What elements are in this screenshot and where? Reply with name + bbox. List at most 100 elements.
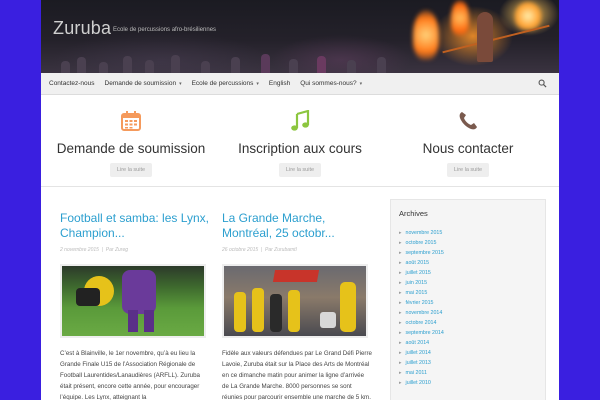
post-date[interactable]: 2 novembre 2015 <box>60 247 99 253</box>
archive-item[interactable]: ▸ juillet 2014 <box>399 348 537 358</box>
archive-link[interactable]: août 2015 <box>406 260 430 266</box>
post-title[interactable]: Football et samba: les Lynx, Champion... <box>60 211 210 241</box>
thumbnail-drummer <box>288 290 300 332</box>
archive-link[interactable]: juillet 2015 <box>406 270 431 276</box>
post-card: Football et samba: les Lynx, Champion...… <box>60 211 210 400</box>
archive-item[interactable]: ▸ novembre 2014 <box>399 308 537 318</box>
chevron-down-icon: ▾ <box>179 80 182 87</box>
read-more-button[interactable]: Lire la suite <box>278 163 322 177</box>
archive-item[interactable]: ▸ octobre 2015 <box>399 238 537 248</box>
archive-item[interactable]: ▸ juillet 2013 <box>399 358 537 368</box>
banner-crowd <box>61 61 70 73</box>
nav-item-label: Contactez-nous <box>49 80 95 87</box>
banner-crowd <box>317 56 326 73</box>
calendar-icon <box>45 109 217 133</box>
nav-item-english[interactable]: English <box>269 80 290 87</box>
site-title[interactable]: Zuruba <box>53 18 111 39</box>
archive-link[interactable]: mai 2015 <box>406 290 428 296</box>
archive-link[interactable]: août 2014 <box>406 340 430 346</box>
page: Zuruba Ecole de percussions afro-brésili… <box>41 0 559 400</box>
featured-item-inscription: Inscription aux cours Lire la suite <box>214 109 386 177</box>
post-meta: 2 novembre 2015 | Par Zureg <box>60 247 129 253</box>
post-author[interactable]: Zureg <box>115 247 128 253</box>
featured-title[interactable]: Nous contacter <box>382 141 554 156</box>
archive-link[interactable]: juillet 2013 <box>406 360 431 366</box>
archive-item[interactable]: ▸ août 2014 <box>399 338 537 348</box>
bullet-icon: ▸ <box>399 380 402 386</box>
post-thumbnail[interactable] <box>60 264 206 338</box>
featured-title[interactable]: Inscription aux cours <box>214 141 386 156</box>
post-by: Par <box>265 247 273 253</box>
archive-item[interactable]: ▸ août 2015 <box>399 258 537 268</box>
nav-item-qui-sommes-nous[interactable]: Qui sommes-nous? ▾ <box>300 80 362 87</box>
phone-icon <box>382 109 554 133</box>
bullet-icon: ▸ <box>399 260 402 266</box>
archive-item[interactable]: ▸ mai 2011 <box>399 368 537 378</box>
post-date[interactable]: 26 octobre 2015 <box>222 247 258 253</box>
thumbnail-player <box>122 270 156 314</box>
archive-link[interactable]: juin 2015 <box>406 280 428 286</box>
thumbnail-drummer <box>340 282 356 332</box>
archive-item[interactable]: ▸ mai 2015 <box>399 288 537 298</box>
nav-item-contactez-nous[interactable]: Contactez-nous <box>49 80 95 87</box>
archive-link[interactable]: novembre 2015 <box>406 230 443 236</box>
archive-item[interactable]: ▸ juin 2015 <box>399 278 537 288</box>
archive-link[interactable]: juillet 2010 <box>406 380 431 386</box>
banner-crowd <box>347 60 356 73</box>
nav-item-ecole-de-percussions[interactable]: Ecole de percussions ▾ <box>192 80 259 87</box>
chevron-down-icon: ▾ <box>359 80 363 87</box>
archive-link[interactable]: février 2015 <box>406 300 434 306</box>
bullet-icon: ▸ <box>399 360 402 366</box>
post-title[interactable]: La Grande Marche, Montréal, 25 octobr... <box>222 211 372 241</box>
post-card: La Grande Marche, Montréal, 25 octobr...… <box>222 211 372 400</box>
archive-item[interactable]: ▸ juillet 2010 <box>399 378 537 388</box>
header-banner: Zuruba Ecole de percussions afro-brésili… <box>41 0 559 73</box>
archive-link[interactable]: octobre 2014 <box>406 320 437 326</box>
nav-item-demande-de-soumission[interactable]: Demande de soumission ▾ <box>105 80 182 87</box>
archive-item[interactable]: ▸ juillet 2015 <box>399 268 537 278</box>
bullet-icon: ▸ <box>399 290 402 296</box>
nav-item-label: Ecole de percussions <box>191 80 254 87</box>
main-navigation: Contactez-nous Demande de soumission ▾ E… <box>41 73 559 95</box>
featured-item-soumission: Demande de soumission Lire la suite <box>45 109 217 177</box>
banner-crowd <box>231 57 240 73</box>
archive-item[interactable]: ▸ octobre 2014 <box>399 318 537 328</box>
banner-crowd <box>171 55 180 73</box>
archive-link[interactable]: octobre 2015 <box>406 240 437 246</box>
nav-item-label: Demande de soumission <box>104 80 177 87</box>
banner-flame <box>515 2 541 30</box>
post-excerpt: C’est à Blainville, le 1er novembre, qu’… <box>60 350 200 400</box>
post-author[interactable]: Zurubamtl <box>274 247 297 253</box>
banner-crowd <box>201 61 210 73</box>
bullet-icon: ▸ <box>399 280 402 286</box>
post-excerpt: Fidèle aux valeurs défendues par Le Gran… <box>222 350 372 400</box>
read-more-button[interactable]: Lire la suite <box>446 163 490 177</box>
bullet-icon: ▸ <box>399 330 402 336</box>
search-icon[interactable] <box>538 79 547 88</box>
read-more-button[interactable]: Lire la suite <box>109 163 153 177</box>
sidebar-archives: Archives ▸ novembre 2015 ▸ octobre 2015 ▸ s… <box>390 199 546 400</box>
archive-item[interactable]: ▸ février 2015 <box>399 298 537 308</box>
bullet-icon: ▸ <box>399 370 402 376</box>
post-by: Par <box>105 247 114 253</box>
archive-item[interactable]: ▸ septembre 2014 <box>399 328 537 338</box>
banner-crowd <box>289 59 298 73</box>
bullet-icon: ▸ <box>399 350 402 356</box>
music-note-icon <box>214 109 386 133</box>
archive-link[interactable]: septembre 2014 <box>406 330 444 336</box>
thumbnail-player <box>76 288 100 306</box>
thumbnail-player <box>144 310 154 332</box>
archive-link[interactable]: novembre 2014 <box>406 310 443 316</box>
archive-link[interactable]: septembre 2015 <box>406 250 444 256</box>
archive-item[interactable]: ▸ septembre 2015 <box>399 248 537 258</box>
banner-crowd <box>261 54 270 73</box>
post-thumbnail[interactable] <box>222 264 368 338</box>
banner-flame <box>451 0 469 36</box>
banner-crowd <box>145 60 154 73</box>
featured-title[interactable]: Demande de soumission <box>45 141 217 156</box>
archive-link[interactable]: mai 2011 <box>406 370 427 376</box>
thumbnail-drummer <box>252 288 264 332</box>
bullet-icon: ▸ <box>399 230 402 236</box>
archive-link[interactable]: juillet 2014 <box>406 350 431 356</box>
archive-item[interactable]: ▸ novembre 2015 <box>399 228 537 238</box>
